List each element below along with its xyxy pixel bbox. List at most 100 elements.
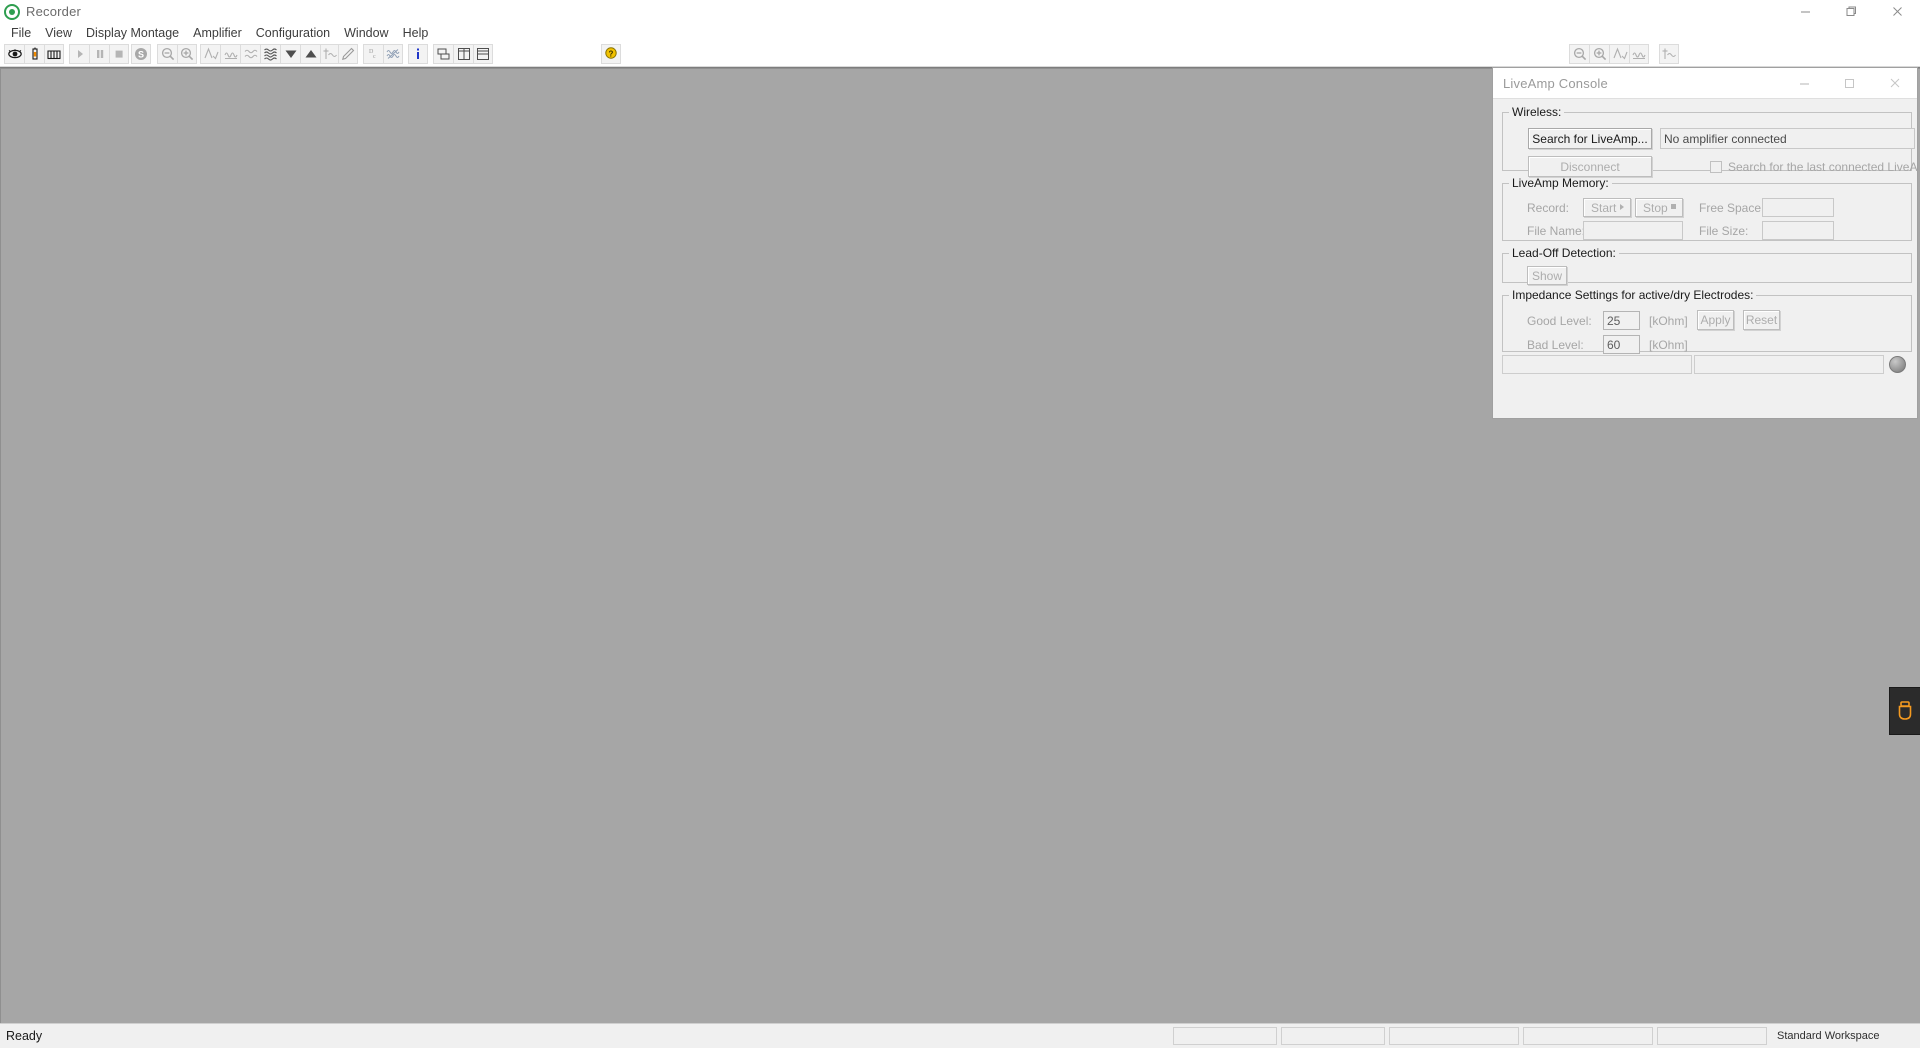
toolbar-group-info	[408, 44, 428, 64]
baseline-correction-icon[interactable]	[1659, 44, 1679, 64]
file-size-label: File Size:	[1699, 224, 1749, 238]
disconnect-button[interactable]: Disconnect	[1528, 156, 1652, 177]
status-message: Ready	[6, 1029, 43, 1043]
zoom-out-icon[interactable]	[157, 44, 177, 64]
scroll-up-icon[interactable]	[300, 44, 320, 64]
test-signal-icon[interactable]	[44, 44, 64, 64]
svg-text:S: S	[138, 50, 144, 60]
menu-configuration[interactable]: Configuration	[249, 25, 337, 41]
lead-off-group-legend: Lead-Off Detection:	[1512, 246, 1616, 260]
menu-display-montage[interactable]: Display Montage	[79, 25, 186, 41]
scale-amplitude-icon[interactable]	[1609, 44, 1629, 64]
dialog-status-pane-right	[1694, 355, 1884, 374]
dialog-maximize-icon[interactable]	[1827, 68, 1872, 98]
svg-text:?: ?	[609, 50, 614, 59]
free-space-field	[1762, 198, 1834, 217]
file-name-label: File Name:	[1527, 224, 1586, 238]
usb-device-tab[interactable]	[1890, 688, 1920, 734]
info-icon[interactable]	[408, 44, 428, 64]
filter-icon[interactable]	[383, 44, 403, 64]
stop-square-glyph-icon	[1671, 204, 1676, 209]
good-level-label: Good Level:	[1527, 314, 1592, 328]
liveamp-console-dialog: LiveAmp Console Wireless: Search for Liv…	[1492, 67, 1920, 419]
impedance-group-legend: Impedance Settings for active/dry Electr…	[1512, 288, 1754, 302]
start-play-glyph-icon	[1620, 204, 1624, 210]
toolbar-group-monitor	[4, 44, 64, 64]
bad-level-label: Bad Level:	[1527, 338, 1584, 352]
bad-level-unit: [kOhm]	[1649, 338, 1688, 352]
baseline-correction-icon[interactable]	[320, 44, 340, 64]
dialog-body: Wireless: Search for LiveAmp... Disconne…	[1493, 98, 1920, 418]
stop-icon[interactable]	[109, 44, 129, 64]
statusbar: Ready Standard Workspace	[0, 1023, 1920, 1048]
sync-s-icon[interactable]: S	[131, 44, 151, 64]
free-space-label: Free Space:	[1699, 201, 1765, 215]
zoom-in-icon[interactable]	[177, 44, 197, 64]
menubar: File View Display Montage Amplifier Conf…	[0, 23, 1920, 42]
split-vertical-icon[interactable]	[453, 44, 473, 64]
leadoff-show-button[interactable]: Show	[1527, 266, 1567, 285]
menu-window[interactable]: Window	[337, 25, 395, 41]
split-horizontal-icon[interactable]	[473, 44, 493, 64]
eye-monitoring-icon[interactable]	[4, 44, 24, 64]
marker-pen-icon[interactable]	[338, 44, 358, 64]
impedance-check-icon[interactable]	[24, 44, 44, 64]
file-size-field	[1762, 221, 1834, 240]
timebase-icon[interactable]	[1629, 44, 1649, 64]
liveamp-memory-group-legend: LiveAmp Memory:	[1512, 176, 1609, 190]
channel-overlay-icon[interactable]	[260, 44, 280, 64]
dialog-titlebar: LiveAmp Console	[1493, 68, 1917, 98]
scroll-down-icon[interactable]	[280, 44, 300, 64]
status-workspace-label: Standard Workspace	[1771, 1027, 1916, 1045]
menu-help[interactable]: Help	[396, 25, 436, 41]
dc-offset-icon[interactable]	[240, 44, 260, 64]
menu-file[interactable]: File	[4, 25, 38, 41]
impedance-reset-button[interactable]: Reset	[1743, 310, 1780, 330]
record-label: Record:	[1527, 201, 1570, 215]
toolbar-group-windows	[433, 44, 493, 64]
status-led	[1889, 356, 1906, 373]
lead-off-detection-group: Lead-Off Detection: Show	[1502, 246, 1912, 285]
dialog-title: LiveAmp Console	[1503, 75, 1608, 91]
tile-windows-icon[interactable]	[433, 44, 453, 64]
status-pane-1	[1173, 1027, 1277, 1045]
pause-icon[interactable]	[89, 44, 109, 64]
toolbar-group-display	[200, 44, 340, 64]
file-name-field	[1583, 221, 1683, 240]
play-record-icon[interactable]	[69, 44, 89, 64]
zoom-in-icon[interactable]	[1589, 44, 1609, 64]
amplifier-status-field: No amplifier connected	[1660, 128, 1915, 149]
status-pane-5	[1657, 1027, 1767, 1045]
timebase-icon[interactable]	[220, 44, 240, 64]
bad-level-input[interactable]: 60	[1603, 335, 1640, 354]
impedance-settings-group: Impedance Settings for active/dry Electr…	[1502, 288, 1912, 354]
status-pane-3	[1389, 1027, 1519, 1045]
scale-amplitude-icon[interactable]	[200, 44, 220, 64]
maximize-restore-icon[interactable]	[1828, 0, 1874, 23]
toolbar-group-right-baseline	[1659, 44, 1679, 64]
dialog-status-pane-left	[1502, 355, 1692, 374]
dialog-window-controls	[1782, 68, 1917, 98]
help-question-icon[interactable]: ?	[601, 44, 621, 64]
close-icon[interactable]	[1874, 0, 1920, 23]
toolbar-group-sync: S	[131, 44, 151, 64]
good-level-input[interactable]: 25	[1603, 311, 1640, 330]
usb-device-icon	[1898, 701, 1912, 720]
window-controls	[1782, 0, 1920, 23]
menu-amplifier[interactable]: Amplifier	[186, 25, 249, 41]
window-title: Recorder	[26, 4, 82, 19]
menu-view[interactable]: View	[38, 25, 79, 41]
toolbar-group-transport	[69, 44, 129, 64]
search-last-liveamp-checkbox[interactable]	[1710, 161, 1722, 173]
search-last-liveamp-label: Search for the last connected LiveAmp	[1728, 160, 1920, 174]
dialog-close-icon[interactable]	[1872, 68, 1917, 98]
dc-coupling-icon[interactable]: D c	[363, 44, 383, 64]
zoom-out-icon[interactable]	[1569, 44, 1589, 64]
impedance-apply-button[interactable]: Apply	[1697, 310, 1734, 330]
status-pane-group: Standard Workspace	[1169, 1027, 1916, 1045]
dialog-minimize-icon[interactable]	[1782, 68, 1827, 98]
toolbar-group-zoom	[157, 44, 197, 64]
search-for-liveamp-button[interactable]: Search for LiveAmp...	[1528, 128, 1652, 149]
minimize-icon[interactable]	[1782, 0, 1828, 23]
wireless-group: Wireless: Search for LiveAmp... Disconne…	[1502, 105, 1920, 177]
